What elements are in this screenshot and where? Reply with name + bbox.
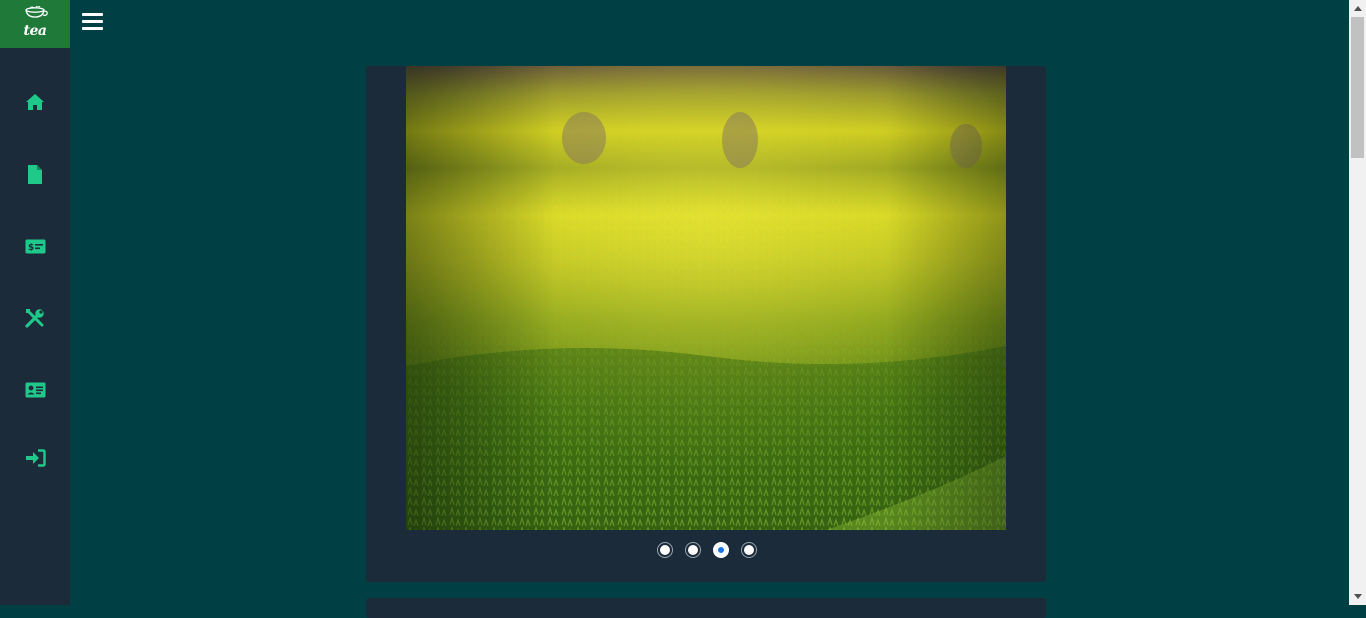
carousel-dot-4[interactable]: [741, 543, 756, 557]
tea-field-image: [406, 66, 1006, 530]
carousel-dot-3-active[interactable]: [713, 543, 728, 557]
teacup-icon: [25, 6, 48, 18]
sidebar-item-services[interactable]: [0, 298, 70, 338]
home-icon: [26, 94, 44, 110]
money-card-icon: $: [25, 239, 45, 253]
carousel-indicators: [366, 543, 1046, 557]
sidebar-item-contact[interactable]: [0, 370, 70, 410]
svg-text:$: $: [28, 243, 34, 253]
scroll-up-arrow-icon[interactable]: [1349, 0, 1366, 17]
sidebar-item-login[interactable]: [0, 438, 70, 478]
scroll-down-arrow-icon[interactable]: [1349, 588, 1366, 605]
sidebar-item-documents[interactable]: [0, 154, 70, 194]
carousel-dot-2[interactable]: [685, 543, 700, 557]
sidebar-item-home[interactable]: [0, 82, 70, 122]
sidebar-item-billing[interactable]: $: [0, 226, 70, 266]
carousel-dot-1[interactable]: [657, 543, 672, 557]
file-icon: [28, 164, 42, 184]
id-card-icon: [25, 382, 45, 398]
tools-icon: [25, 309, 44, 328]
carousel-slide-image: [406, 66, 1006, 530]
brand-logo[interactable]: tea: [0, 0, 70, 48]
sidebar: tea $: [0, 0, 70, 605]
scrollbar-thumb[interactable]: [1351, 17, 1364, 158]
next-content-card: [366, 598, 1046, 618]
logo-text: tea: [23, 23, 47, 39]
sign-in-icon: [25, 449, 46, 467]
page-scrollbar[interactable]: [1349, 0, 1366, 605]
menu-toggle-button[interactable]: [82, 13, 104, 33]
carousel-card: [366, 66, 1046, 582]
